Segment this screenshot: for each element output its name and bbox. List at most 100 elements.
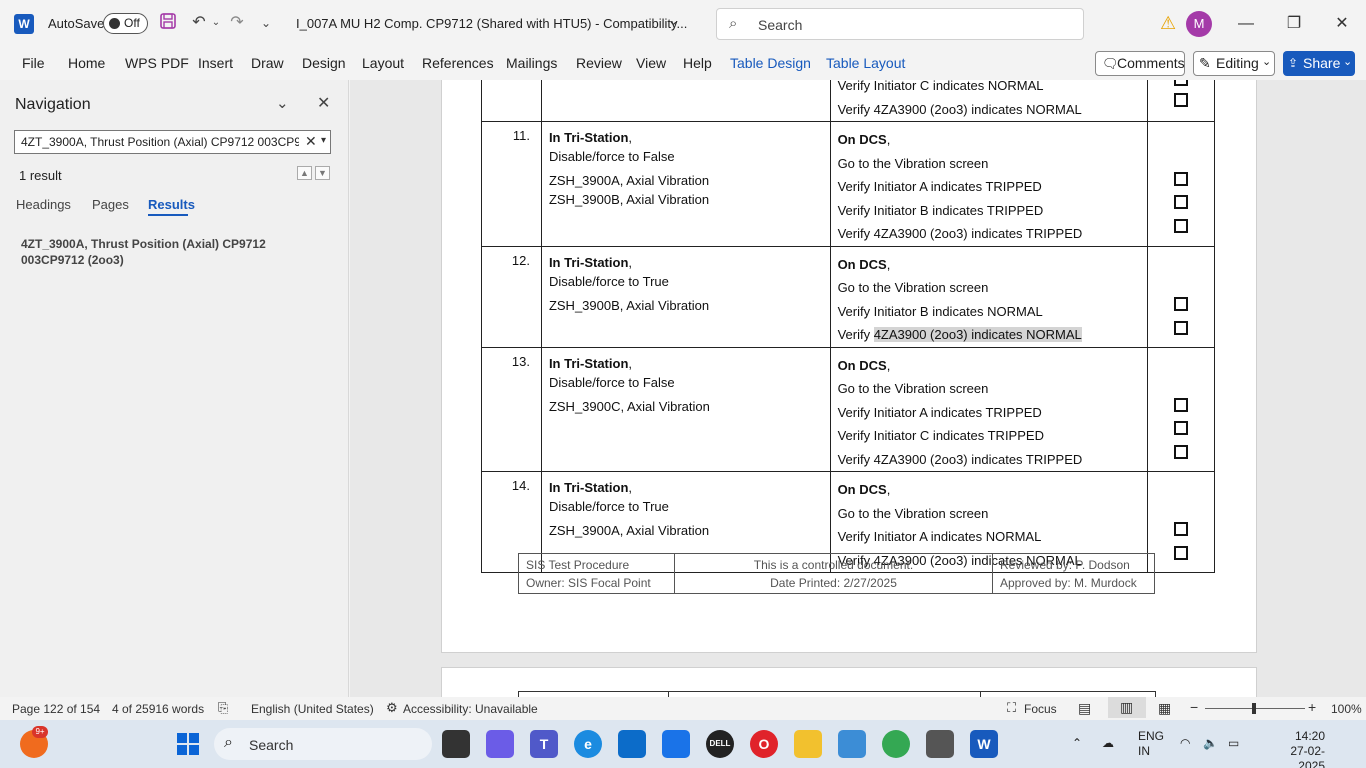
checkbox[interactable] xyxy=(1174,80,1189,86)
zoom-level[interactable]: 100% xyxy=(1331,702,1362,716)
checkbox[interactable] xyxy=(1174,219,1189,233)
power-automate-icon[interactable] xyxy=(662,730,690,758)
dell-icon[interactable]: DELL xyxy=(706,730,734,758)
lang-code: ENG xyxy=(1138,729,1165,743)
close-button[interactable]: ✕ xyxy=(1327,10,1357,38)
checkbox[interactable] xyxy=(1174,93,1189,107)
document-title[interactable]: I_007A MU H2 Comp. CP9712 (Shared with H… xyxy=(296,16,687,31)
autosave-toggle[interactable]: Off xyxy=(103,13,148,34)
zoom-in-icon[interactable]: + xyxy=(1308,699,1316,715)
checkbox-cell xyxy=(1147,80,1215,122)
checkbox[interactable] xyxy=(1174,296,1189,311)
search-result-item[interactable]: 4ZT_3900A, Thrust Position (Axial) CP971… xyxy=(21,236,291,268)
restore-button[interactable]: ❐ xyxy=(1279,10,1309,38)
tab-help[interactable]: Help xyxy=(683,55,712,71)
checkbox[interactable] xyxy=(1174,420,1189,435)
opera-icon[interactable]: O xyxy=(750,730,778,758)
next-result-icon[interactable]: ▼ xyxy=(315,166,330,180)
clear-search-icon[interactable]: ✕ xyxy=(305,133,317,150)
word-count[interactable]: 4 of 25916 words xyxy=(112,702,204,716)
tab-view[interactable]: View xyxy=(636,55,666,71)
store-icon[interactable] xyxy=(618,730,646,758)
cloud-sync-icon[interactable]: ☁ xyxy=(1102,736,1114,750)
action-cell xyxy=(540,80,831,122)
tab-results[interactable]: Results xyxy=(148,197,195,212)
chrome-icon[interactable] xyxy=(882,730,910,758)
tab-mailings[interactable]: Mailings xyxy=(506,55,557,71)
customize-toolbar-icon[interactable]: ⌄ xyxy=(255,12,277,34)
search-options-chevron-icon[interactable]: ▾ xyxy=(321,135,326,146)
battery-icon[interactable]: ▭ xyxy=(1228,736,1239,750)
warning-icon[interactable]: ⚠ xyxy=(1160,13,1176,34)
footer-approved-by: Approved by: M. Murdock xyxy=(1000,576,1137,590)
navigation-search-input[interactable]: 4ZT_3900A, Thrust Position (Axial) CP971… xyxy=(14,130,331,154)
checkbox[interactable] xyxy=(1174,522,1189,536)
undo-dropdown-icon[interactable]: ⌄ xyxy=(205,12,227,34)
tab-pages[interactable]: Pages xyxy=(92,197,129,212)
share-button[interactable]: ⇪ Share ⌄ xyxy=(1283,51,1355,76)
taskbar-search[interactable]: ⌕ Search xyxy=(214,728,432,760)
edge-icon[interactable]: e xyxy=(574,730,602,758)
volume-icon[interactable]: 🔈 xyxy=(1203,736,1218,750)
force-instruction: Disable/force to False xyxy=(548,149,675,164)
task-view-icon[interactable] xyxy=(442,730,470,758)
zoom-slider-handle[interactable] xyxy=(1252,703,1256,714)
system-clock[interactable]: 14:20 27-02-2025 xyxy=(1265,729,1325,768)
pane-options-chevron-icon[interactable]: ⌄ xyxy=(276,94,289,112)
language-indicator[interactable]: English (United States) xyxy=(251,702,374,716)
print-layout-button[interactable]: ▥ xyxy=(1108,697,1146,718)
clock-time: 14:20 xyxy=(1294,729,1325,743)
language-switcher[interactable]: ENG IN xyxy=(1138,729,1164,759)
tab-review[interactable]: Review xyxy=(576,55,622,71)
tab-wps-pdf[interactable]: WPS PDF xyxy=(125,55,189,71)
tab-headings[interactable]: Headings xyxy=(16,197,71,212)
checkbox[interactable] xyxy=(1174,320,1189,335)
photos-icon[interactable] xyxy=(838,730,866,758)
document-canvas[interactable]: Verify Initiator C indicates NORMAL Veri… xyxy=(350,80,1366,697)
previous-result-icon[interactable]: ▲ xyxy=(297,166,312,180)
page-footer: SIS Test Procedure Owner: SIS Focal Poin… xyxy=(518,553,1155,594)
tab-layout[interactable]: Layout xyxy=(362,55,404,71)
teams-icon[interactable]: T xyxy=(530,730,558,758)
tab-references[interactable]: References xyxy=(422,55,494,71)
proofing-icon[interactable]: ⎘ xyxy=(218,700,228,716)
redo-icon[interactable]: ↷ xyxy=(226,12,248,34)
active-tab-indicator xyxy=(148,214,188,216)
page-count[interactable]: Page 122 of 154 xyxy=(12,702,100,716)
copilot-icon[interactable] xyxy=(486,730,514,758)
word-taskbar-icon[interactable]: W xyxy=(970,730,998,758)
accessibility-status[interactable]: Accessibility: Unavailable xyxy=(403,702,538,716)
pencil-icon: ✎ xyxy=(1199,55,1211,71)
web-layout-icon[interactable]: ▦ xyxy=(1158,700,1171,717)
tag-line: ZSH_3900A, Axial Vibration xyxy=(548,523,710,538)
wifi-icon[interactable]: ◠ xyxy=(1180,736,1190,750)
tab-file[interactable]: File xyxy=(22,55,45,71)
save-icon[interactable] xyxy=(157,12,179,34)
checkbox[interactable] xyxy=(1174,444,1189,459)
tab-draw[interactable]: Draw xyxy=(251,55,284,71)
editing-mode-button[interactable]: ✎ Editing ⌄ xyxy=(1193,51,1275,76)
checkbox[interactable] xyxy=(1174,195,1189,209)
focus-button[interactable]: Focus xyxy=(1024,702,1057,716)
checkbox[interactable] xyxy=(1174,172,1189,186)
verify-line: Verify Initiator C indicates TRIPPED xyxy=(837,428,1044,443)
title-chevron-down-icon[interactable]: ⌄ xyxy=(668,13,679,29)
file-explorer-icon[interactable] xyxy=(794,730,822,758)
tab-design[interactable]: Design xyxy=(302,55,346,71)
minimize-button[interactable]: — xyxy=(1231,10,1261,38)
tab-table-design[interactable]: Table Design xyxy=(730,55,811,71)
checkbox[interactable] xyxy=(1174,397,1189,412)
remote-desktop-icon[interactable] xyxy=(926,730,954,758)
tab-table-layout[interactable]: Table Layout xyxy=(826,55,905,71)
read-mode-icon[interactable]: ▤ xyxy=(1078,700,1091,717)
tab-insert[interactable]: Insert xyxy=(198,55,233,71)
windows-start-icon[interactable] xyxy=(174,730,202,758)
checkbox[interactable] xyxy=(1174,546,1189,560)
close-pane-icon[interactable]: ✕ xyxy=(317,93,330,113)
show-hidden-icons-icon[interactable]: ⌃ xyxy=(1072,736,1082,750)
avatar[interactable]: M xyxy=(1186,11,1212,37)
tab-home[interactable]: Home xyxy=(68,55,105,71)
zoom-out-icon[interactable]: − xyxy=(1190,699,1198,715)
search-input[interactable]: ⌕ Search xyxy=(716,8,1084,40)
comments-button[interactable]: 🗨 Comments xyxy=(1095,51,1185,76)
